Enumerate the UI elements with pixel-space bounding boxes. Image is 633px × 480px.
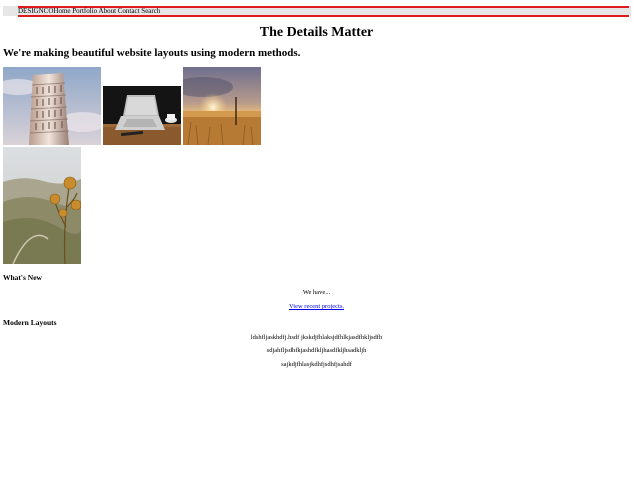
leaning-tower-photo	[3, 67, 101, 145]
whats-new-text: We have...	[302, 289, 331, 296]
modern-layouts-line: sajkdjfhlasjkdhfjsdhfjsahdf	[281, 361, 352, 368]
nav-logo[interactable]: DESIGNCO	[18, 7, 53, 15]
nav-portfolio[interactable]: Portfolio	[72, 7, 97, 15]
page-tagline: We're making beautiful website layouts u…	[3, 47, 301, 59]
nav-contact[interactable]: Contact	[118, 7, 140, 15]
nav-home[interactable]: Home	[53, 7, 70, 15]
modern-layouts-line: sdjahfljsdhfkjashdfkljhasdfkljhsadkljh	[266, 347, 367, 354]
nav-search[interactable]: Search	[141, 7, 160, 15]
main-nav: DESIGNCOHome Portfolio About Contact Sea…	[18, 7, 160, 16]
view-recent-projects-link[interactable]: View recent projects.	[289, 303, 344, 310]
whats-new-heading: What's New	[3, 273, 42, 282]
laptop-desk-photo	[103, 86, 181, 145]
modern-layouts-line: ldshfljaskhdfj.hsdf jkskdjfhlaksjdfhlkja…	[250, 334, 383, 341]
field-sunset-photo	[183, 67, 261, 145]
whats-new-link-row: View recent projects.	[0, 303, 633, 311]
page-title: The Details Matter	[259, 25, 374, 40]
nav-about[interactable]: About	[99, 7, 117, 15]
modern-layouts-heading: Modern Layouts	[3, 318, 57, 327]
thistle-valley-photo	[3, 147, 81, 264]
